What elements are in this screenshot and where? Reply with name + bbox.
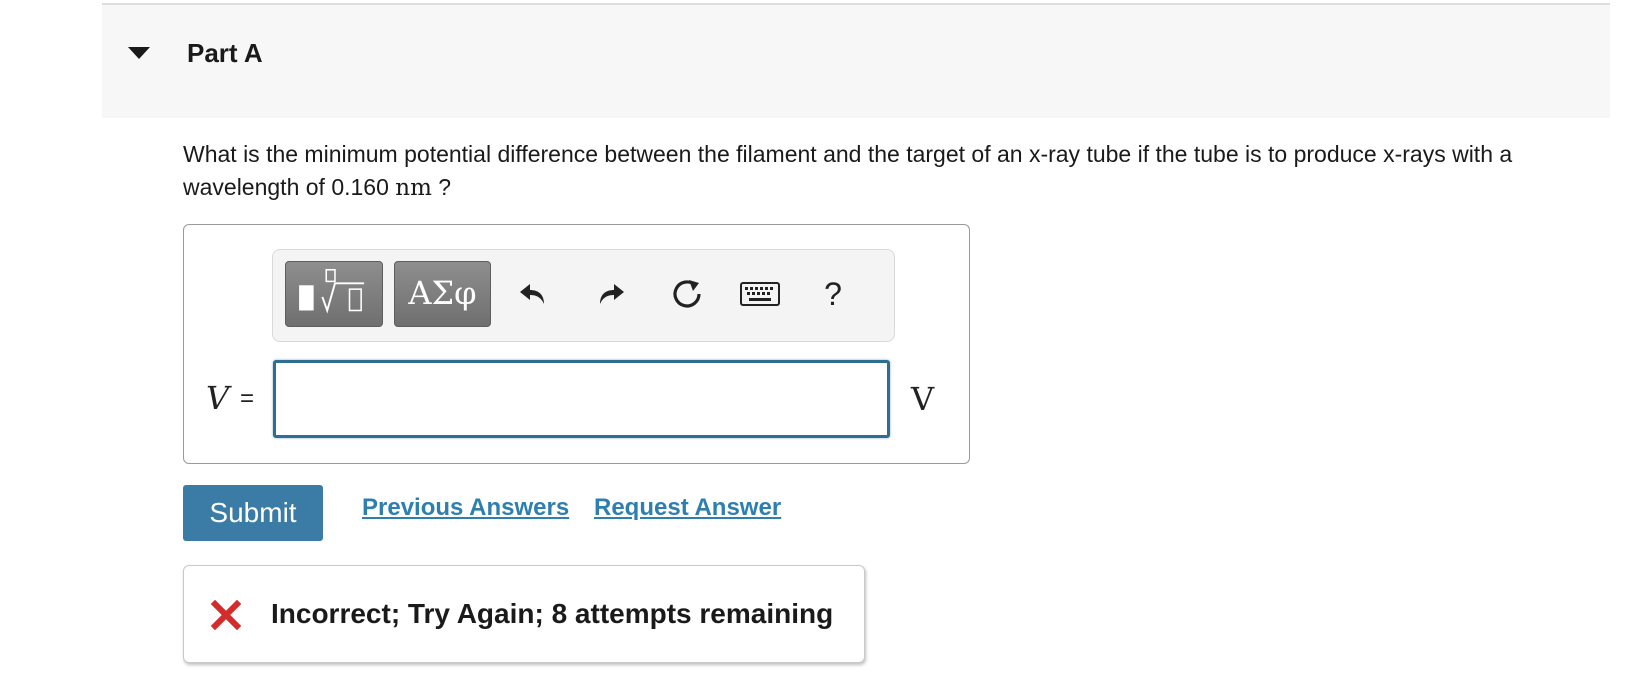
answer-box: ΑΣφ ? V = V xyxy=(183,224,970,464)
question-unit: nm xyxy=(395,175,432,201)
question-body: What is the minimum potential difference… xyxy=(183,141,1513,200)
part-title: Part A xyxy=(187,38,263,68)
greek-symbols-label: ΑΣφ xyxy=(408,274,477,312)
request-answer-link[interactable]: Request Answer xyxy=(594,494,781,522)
redo-icon[interactable] xyxy=(589,272,633,316)
unit-label: V xyxy=(911,380,935,418)
templates-button[interactable] xyxy=(285,261,383,327)
greek-symbols-button[interactable]: ΑΣφ xyxy=(394,261,491,327)
previous-answers-link[interactable]: Previous Answers xyxy=(362,494,569,522)
feedback-box: Incorrect; Try Again; 8 attempts remaini… xyxy=(183,565,865,663)
keyboard-icon[interactable] xyxy=(738,272,782,316)
templates-icon xyxy=(299,268,365,314)
undo-icon[interactable] xyxy=(511,272,555,316)
collapse-caret-icon[interactable] xyxy=(128,47,150,59)
question-text: What is the minimum potential difference… xyxy=(183,138,1583,205)
question-suffix: ? xyxy=(431,174,452,200)
feedback-text: Incorrect; Try Again; 8 attempts remaini… xyxy=(271,598,834,629)
submit-button[interactable]: Submit xyxy=(183,485,323,541)
part-header[interactable]: Part A xyxy=(102,3,1610,118)
reset-icon[interactable] xyxy=(665,272,709,316)
answer-input[interactable] xyxy=(273,360,890,438)
x-mark-icon xyxy=(211,600,241,630)
help-label: ? xyxy=(824,275,842,312)
math-toolbar: ΑΣφ ? xyxy=(272,249,895,342)
help-icon[interactable]: ? xyxy=(811,272,855,316)
variable-label: V xyxy=(206,379,230,417)
equals-sign: = xyxy=(240,385,255,412)
